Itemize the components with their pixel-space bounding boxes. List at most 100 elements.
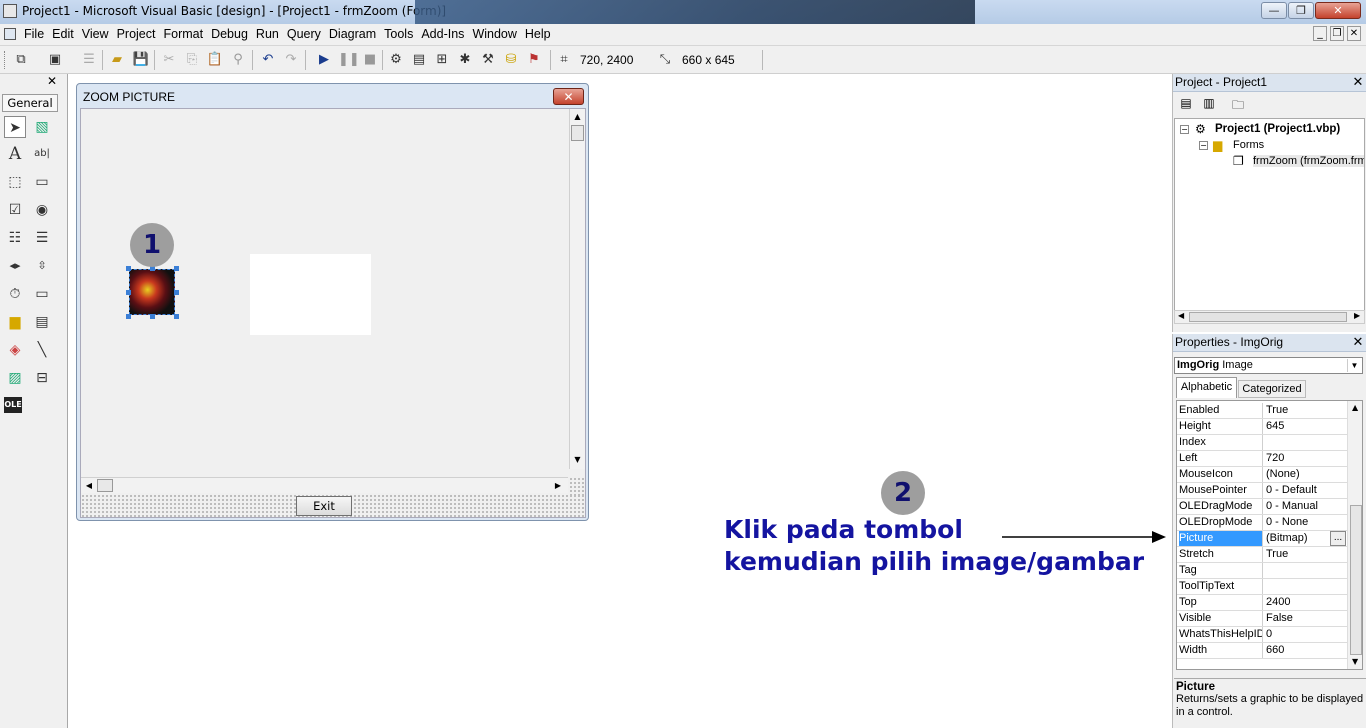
data-tool-icon[interactable]: ⊟ <box>31 367 53 389</box>
properties-panel-close-button[interactable]: ✕ <box>1351 336 1365 350</box>
undo-icon[interactable]: ↶ <box>259 51 277 69</box>
copy-icon[interactable]: ⎘ <box>183 51 201 69</box>
selection-handle[interactable] <box>126 266 131 271</box>
toolbox-close-button[interactable]: ✕ <box>45 74 59 88</box>
property-row-width[interactable]: Width 660 <box>1177 643 1347 659</box>
open-project-icon[interactable]: ▰ <box>108 51 126 69</box>
tree-frmzoom-node[interactable]: frmZoom (frmZoom.frm) <box>1253 155 1364 167</box>
menu-query[interactable]: Query <box>283 24 325 41</box>
combobox-tool-icon[interactable]: ☷ <box>4 227 26 249</box>
dirlistbox-tool-icon[interactable]: ▆ <box>4 311 26 333</box>
add-project-icon[interactable]: ⧉ <box>12 51 30 69</box>
shape-tool-icon[interactable]: ◈ <box>4 339 26 361</box>
scroll-right-arrow-icon[interactable]: ▶ <box>551 479 565 492</box>
property-row-mouseicon[interactable]: MouseIcon (None) <box>1177 467 1347 483</box>
scroll-thumb-h[interactable] <box>97 479 113 492</box>
selection-handle[interactable] <box>174 290 179 295</box>
toolbox-icon[interactable]: ⚒ <box>479 51 497 69</box>
maximize-button[interactable]: ❐ <box>1288 2 1314 19</box>
close-button[interactable]: ✕ <box>1315 2 1361 19</box>
drivelistbox-tool-icon[interactable]: ▭ <box>31 283 53 305</box>
object-selector[interactable]: ImgOrig Image ▼ <box>1174 357 1363 374</box>
scroll-thumb[interactable] <box>571 125 584 141</box>
scroll-down-arrow-icon[interactable]: ▼ <box>1352 657 1358 666</box>
form-window-frmzoom[interactable]: ZOOM PICTURE ✕ ▲ ▼ ◀ ▶ Exit <box>76 83 589 521</box>
form-layout-icon[interactable]: ⊞ <box>433 51 451 69</box>
property-value[interactable]: True <box>1266 403 1288 418</box>
menu-add-ins[interactable]: Add-Ins <box>417 24 468 41</box>
property-value[interactable]: 720 <box>1266 451 1284 466</box>
mdi-close-button[interactable]: ✕ <box>1347 26 1361 41</box>
selection-handle[interactable] <box>126 290 131 295</box>
property-row-visible[interactable]: Visible False <box>1177 611 1347 627</box>
menu-edit[interactable]: Edit <box>48 24 78 41</box>
mdi-restore-button[interactable]: ❐ <box>1330 26 1344 41</box>
vertical-scrollbar[interactable]: ▲ ▼ <box>569 109 585 469</box>
property-value[interactable]: 2400 <box>1266 595 1290 610</box>
form-client-area[interactable]: ▲ ▼ ◀ ▶ Exit <box>80 108 586 518</box>
hscrollbar-tool-icon[interactable]: ◂▸ <box>4 255 26 277</box>
scroll-left-arrow-icon[interactable]: ◀ <box>82 479 96 492</box>
menu-editor-icon[interactable]: ☰ <box>80 51 98 69</box>
tree-collapse-icon[interactable]: − <box>1199 141 1208 150</box>
property-value[interactable]: 660 <box>1266 643 1284 658</box>
checkbox-tool-icon[interactable]: ☑ <box>4 199 26 221</box>
menu-view[interactable]: View <box>78 24 113 41</box>
image-control-imgzoom[interactable] <box>250 254 371 335</box>
project-explorer-icon[interactable]: ⚙ <box>387 51 405 69</box>
add-form-icon[interactable]: ▣ <box>46 51 64 69</box>
property-row-top[interactable]: Top 2400 <box>1177 595 1347 611</box>
property-value[interactable]: False <box>1266 611 1293 626</box>
property-row-mousepointer[interactable]: MousePointer 0 - Default <box>1177 483 1347 499</box>
listbox-tool-icon[interactable]: ☰ <box>31 227 53 249</box>
toolbox-tab-general[interactable]: General <box>2 94 58 112</box>
property-value[interactable]: 0 <box>1266 627 1272 642</box>
cut-icon[interactable]: ✂ <box>160 51 178 69</box>
property-row-left[interactable]: Left 720 <box>1177 451 1347 467</box>
vscrollbar-tool-icon[interactable]: ⇳ <box>31 255 53 277</box>
property-row-oledropmode[interactable]: OLEDropMode 0 - None <box>1177 515 1347 531</box>
property-row-height[interactable]: Height 645 <box>1177 419 1347 435</box>
scroll-up-arrow-icon[interactable]: ▲ <box>1352 403 1358 412</box>
property-row-index[interactable]: Index <box>1177 435 1347 451</box>
property-value[interactable]: 645 <box>1266 419 1284 434</box>
line-tool-icon[interactable]: ╲ <box>31 339 53 361</box>
menu-tools[interactable]: Tools <box>380 24 417 41</box>
selection-handle[interactable] <box>174 314 179 319</box>
tree-collapse-icon[interactable]: − <box>1180 125 1189 134</box>
find-icon[interactable]: ⚲ <box>229 51 247 69</box>
menu-format[interactable]: Format <box>159 24 207 41</box>
mdi-minimize-button[interactable]: _ <box>1313 26 1327 41</box>
redo-icon[interactable]: ↷ <box>282 51 300 69</box>
timer-tool-icon[interactable]: ⏱ <box>4 283 26 305</box>
property-value[interactable]: (Bitmap) <box>1266 531 1308 546</box>
property-value[interactable]: (None) <box>1266 467 1300 482</box>
property-row-stretch[interactable]: Stretch True <box>1177 547 1347 563</box>
project-panel-close-button[interactable]: ✕ <box>1351 76 1365 90</box>
form-close-button[interactable]: ✕ <box>553 88 584 105</box>
selection-handle[interactable] <box>174 266 179 271</box>
tab-categorized[interactable]: Categorized <box>1238 380 1306 398</box>
toggle-folders-icon[interactable]: 🗀 <box>1229 96 1247 114</box>
component-manager-icon[interactable]: ⚑ <box>525 51 543 69</box>
pointer-tool-icon[interactable]: ➤ <box>4 116 26 138</box>
property-vscrollbar[interactable]: ▲ ▼ <box>1347 401 1362 669</box>
tree-project-node[interactable]: Project1 (Project1.vbp) <box>1215 123 1340 135</box>
picturebox-tool-icon[interactable]: ▧ <box>31 116 53 138</box>
scroll-thumb[interactable] <box>1189 312 1347 322</box>
image-control-imgorig[interactable] <box>129 269 175 315</box>
end-icon[interactable]: ■ <box>361 51 379 69</box>
object-browser-icon[interactable]: ✱ <box>456 51 474 69</box>
property-row-enabled[interactable]: Enabled True <box>1177 403 1347 419</box>
property-row-whatsthishelpid[interactable]: WhatsThisHelpID 0 <box>1177 627 1347 643</box>
scroll-thumb[interactable] <box>1350 505 1362 655</box>
exit-button[interactable]: Exit <box>296 496 352 516</box>
paste-icon[interactable]: 📋 <box>206 51 224 69</box>
properties-window-icon[interactable]: ▤ <box>410 51 428 69</box>
optionbutton-tool-icon[interactable]: ◉ <box>31 199 53 221</box>
chevron-down-icon[interactable]: ▼ <box>1347 359 1361 372</box>
tab-alphabetic[interactable]: Alphabetic <box>1176 377 1237 398</box>
menu-file[interactable]: File <box>20 24 48 41</box>
start-icon[interactable]: ▶ <box>315 51 333 69</box>
property-row-tooltiptext[interactable]: ToolTipText <box>1177 579 1347 595</box>
